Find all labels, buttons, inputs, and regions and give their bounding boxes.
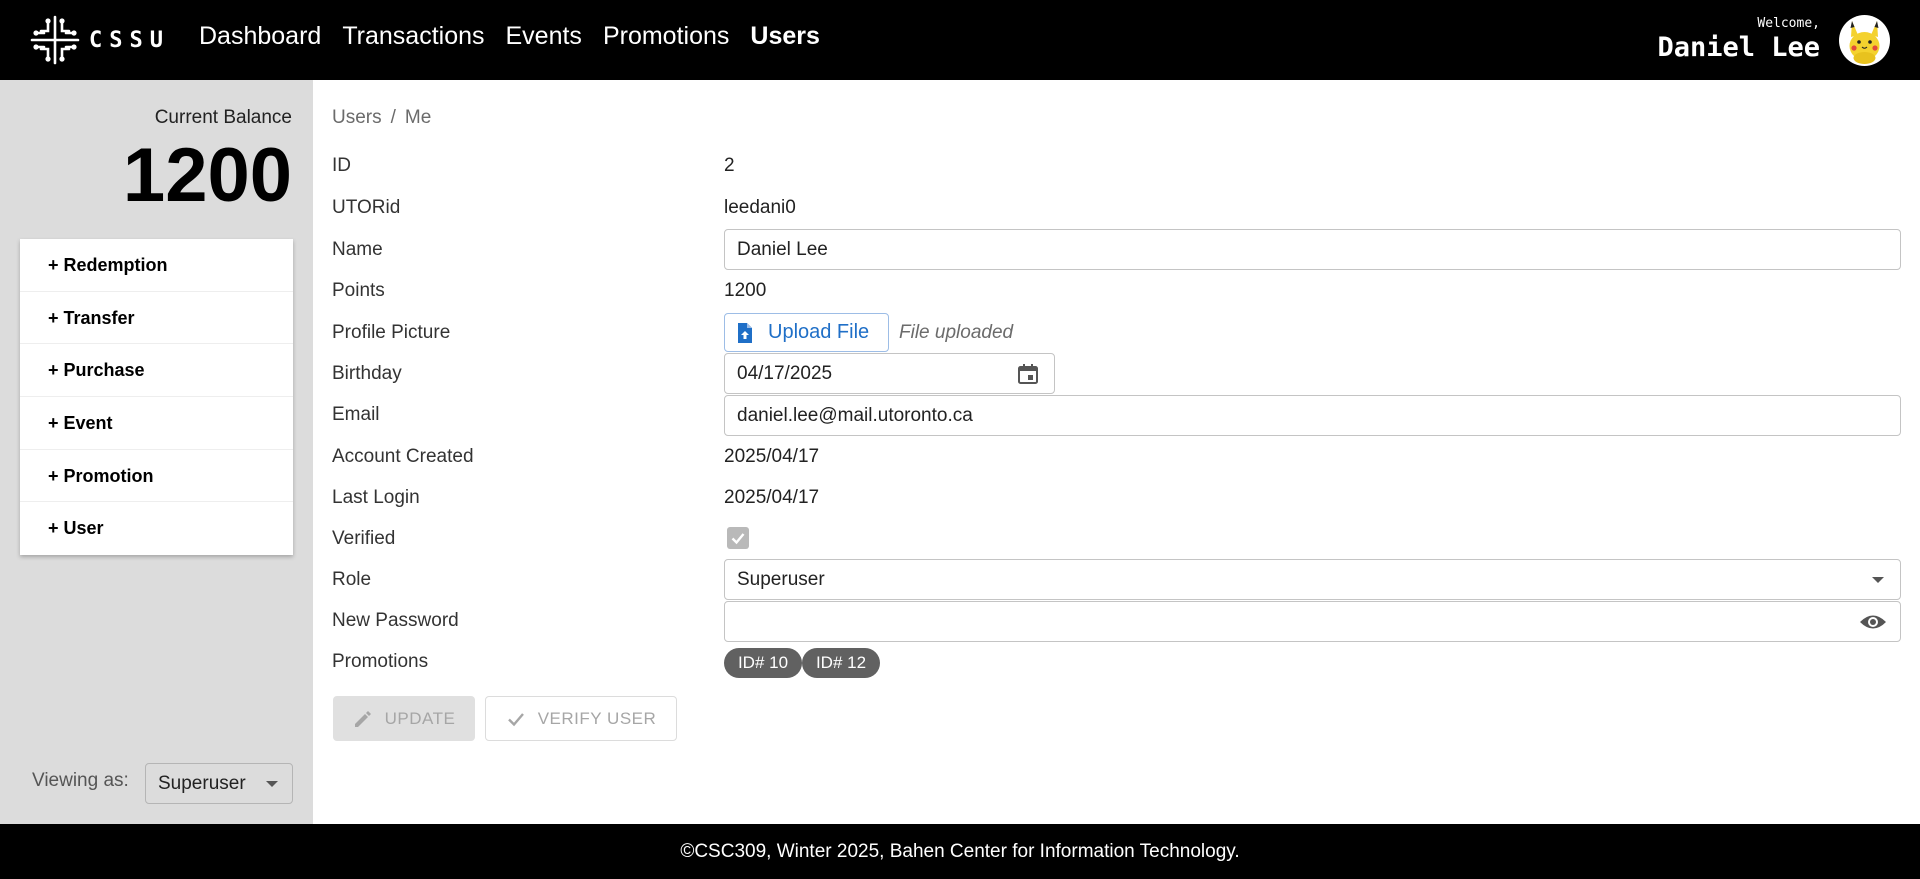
breadcrumb-separator: / <box>390 107 396 128</box>
points-value: 1200 <box>724 280 767 301</box>
verified-label: Verified <box>332 528 396 549</box>
viewing-as-label: Viewing as: <box>32 770 129 791</box>
calendar-icon[interactable] <box>1016 362 1040 386</box>
update-button[interactable]: UPDATE <box>333 696 475 741</box>
circuit-logo-icon <box>30 15 80 65</box>
pikachu-avatar-icon <box>1849 21 1880 64</box>
promotions-label: Promotions <box>332 651 429 672</box>
update-label: UPDATE <box>384 708 456 728</box>
nav-transactions[interactable]: Transactions <box>342 22 484 51</box>
verified-checkbox <box>727 527 749 549</box>
eye-icon[interactable] <box>1859 613 1887 631</box>
action-event[interactable]: + Event <box>20 397 293 450</box>
action-promotion[interactable]: + Promotion <box>20 450 293 503</box>
birthday-label: Birthday <box>332 363 402 384</box>
name-input-value: Daniel Lee <box>737 239 828 260</box>
name-input[interactable]: Daniel Lee <box>724 229 1901 270</box>
viewing-as-select[interactable]: Superuser <box>145 763 293 804</box>
profile-picture-label: Profile Picture <box>332 322 451 343</box>
nav-dashboard[interactable]: Dashboard <box>199 22 321 51</box>
name-label: Name <box>332 239 383 260</box>
pencil-icon <box>354 710 371 727</box>
promotion-chip-12[interactable]: ID# 12 <box>802 648 880 678</box>
verify-user-button[interactable]: VERIFY USER <box>485 696 677 741</box>
account-created-value: 2025/04/17 <box>724 446 820 467</box>
utorid-label: UTORid <box>332 197 401 218</box>
birthday-input[interactable]: 04/17/2025 <box>724 353 1055 394</box>
welcome-block: Welcome, Daniel Lee <box>1657 16 1820 63</box>
utorid-value: leedani0 <box>724 197 796 218</box>
upload-file-icon <box>738 322 752 343</box>
cssu-logo[interactable]: CSSU <box>29 14 170 66</box>
nav-events[interactable]: Events <box>506 22 582 51</box>
id-value: 2 <box>724 155 735 176</box>
email-input-value: daniel.lee@mail.utoronto.ca <box>737 405 973 426</box>
email-label: Email <box>332 404 380 425</box>
main-nav: Dashboard Transactions Events Promotions… <box>199 22 820 51</box>
chevron-down-icon <box>266 781 278 787</box>
chevron-down-icon <box>1872 577 1884 583</box>
welcome-label: Welcome, <box>1757 16 1820 31</box>
last-login-value: 2025/04/17 <box>724 487 820 508</box>
sidebar: Current Balance 1200 + Redemption + Tran… <box>0 80 313 824</box>
action-user[interactable]: + User <box>20 502 293 555</box>
quick-actions-menu: + Redemption + Transfer + Purchase + Eve… <box>20 239 293 556</box>
last-login-label: Last Login <box>332 487 420 508</box>
account-created-label: Account Created <box>332 446 474 467</box>
balance-label: Current Balance <box>154 107 292 128</box>
logo-text: CSSU <box>89 27 170 53</box>
nav-users[interactable]: Users <box>750 22 820 51</box>
upload-file-label: Upload File <box>768 321 870 343</box>
avatar[interactable] <box>1839 15 1890 66</box>
top-navbar: CSSU Dashboard Transactions Events Promo… <box>0 0 1920 80</box>
promotion-chip-10[interactable]: ID# 10 <box>724 648 802 678</box>
breadcrumb: Users / Me <box>332 107 431 129</box>
check-icon <box>731 533 745 545</box>
action-redemption[interactable]: + Redemption <box>20 239 293 292</box>
action-transfer[interactable]: + Transfer <box>20 292 293 345</box>
footer-text: ©CSC309, Winter 2025, Bahen Center for I… <box>680 841 1240 862</box>
role-value: Superuser <box>737 569 825 590</box>
id-label: ID <box>332 155 351 176</box>
welcome-user-name: Daniel Lee <box>1657 32 1820 63</box>
birthday-value: 04/17/2025 <box>737 363 833 384</box>
breadcrumb-users[interactable]: Users <box>332 107 382 128</box>
footer: ©CSC309, Winter 2025, Bahen Center for I… <box>0 824 1920 879</box>
check-icon <box>507 712 524 726</box>
upload-file-button[interactable]: Upload File <box>724 313 889 352</box>
role-label: Role <box>332 569 372 590</box>
file-status: File uploaded <box>899 322 1014 343</box>
role-select[interactable]: Superuser <box>724 559 1901 600</box>
email-input[interactable]: daniel.lee@mail.utoronto.ca <box>724 395 1901 436</box>
breadcrumb-me: Me <box>404 107 432 128</box>
new-password-label: New Password <box>332 610 459 631</box>
points-label: Points <box>332 280 385 301</box>
action-purchase[interactable]: + Purchase <box>20 344 293 398</box>
viewing-as-value: Superuser <box>158 773 246 794</box>
new-password-input[interactable] <box>724 601 1901 642</box>
balance-value: 1200 <box>122 133 292 218</box>
nav-promotions[interactable]: Promotions <box>603 22 729 51</box>
verify-user-label: VERIFY USER <box>537 708 657 728</box>
